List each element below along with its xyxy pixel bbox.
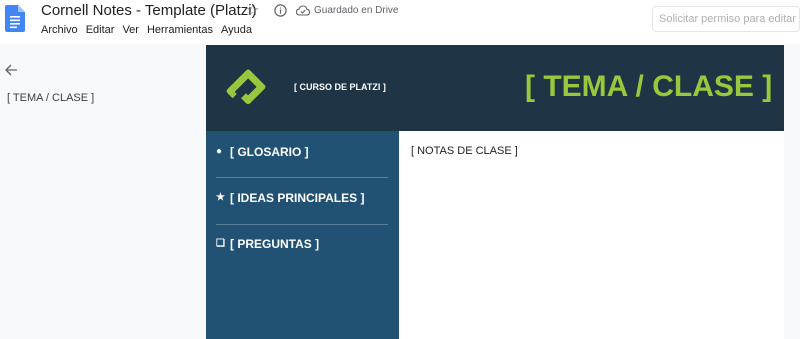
back-arrow-icon[interactable] — [4, 63, 18, 77]
cornell-header: [ CURSO DE PLATZI ] [ TEMA / CLASE ] — [206, 45, 784, 131]
bullet-dot-icon: ● — [216, 146, 223, 157]
google-docs-icon[interactable] — [5, 5, 25, 32]
menu-ayuda[interactable]: Ayuda — [221, 23, 252, 37]
menu-ver[interactable]: Ver — [122, 23, 139, 37]
cue-ideas-principales: ★ [ IDEAS PRINCIPALES ] — [216, 191, 364, 205]
document-page[interactable]: [ CURSO DE PLATZI ] [ TEMA / CLASE ] ● [… — [206, 45, 784, 339]
menu-editar[interactable]: Editar — [86, 23, 115, 37]
bullet-star-icon: ★ — [216, 192, 225, 203]
outline-item-tema-clase[interactable]: [ TEMA / CLASE ] — [7, 92, 94, 105]
cue-preguntas: ❏ [ PREGUNTAS ] — [216, 237, 319, 251]
notes-label: [ NOTAS DE CLASE ] — [411, 145, 518, 157]
top-bar: Cornell Notes - Template (Platzi) ☆ Guar… — [0, 0, 800, 44]
cue-divider — [216, 224, 388, 225]
notes-column[interactable]: [ NOTAS DE CLASE ] — [399, 131, 784, 339]
cue-label: [ GLOSARIO ] — [230, 145, 309, 159]
menu-bar: Archivo Editar Ver Herramientas Ayuda — [41, 23, 252, 37]
bullet-checkbox-icon: ❏ — [216, 238, 225, 249]
topic-title: [ TEMA / CLASE ] — [525, 70, 773, 103]
platzi-logo-icon — [226, 69, 266, 105]
document-title[interactable]: Cornell Notes - Template (Platzi) — [41, 2, 257, 20]
cue-label: [ PREGUNTAS ] — [230, 237, 320, 251]
course-label: [ CURSO DE PLATZI ] — [294, 82, 386, 92]
request-edit-access-button[interactable]: Solicitar permiso para editar — [652, 6, 800, 32]
menu-herramientas[interactable]: Herramientas — [147, 23, 213, 37]
document-outline-panel: [ TEMA / CLASE ] — [0, 44, 206, 339]
save-status: Guardado en Drive — [314, 5, 399, 16]
info-icon[interactable] — [274, 4, 287, 17]
cloud-saved-icon[interactable] — [296, 5, 310, 16]
right-gutter — [784, 44, 800, 339]
cue-divider — [216, 177, 388, 178]
menu-archivo[interactable]: Archivo — [41, 23, 78, 37]
cue-column: ● [ GLOSARIO ] ★ [ IDEAS PRINCIPALES ] ❏… — [206, 131, 399, 339]
cue-glosario: ● [ GLOSARIO ] — [216, 145, 309, 159]
star-icon[interactable]: ☆ — [246, 2, 259, 20]
cue-label: [ IDEAS PRINCIPALES ] — [230, 191, 365, 205]
